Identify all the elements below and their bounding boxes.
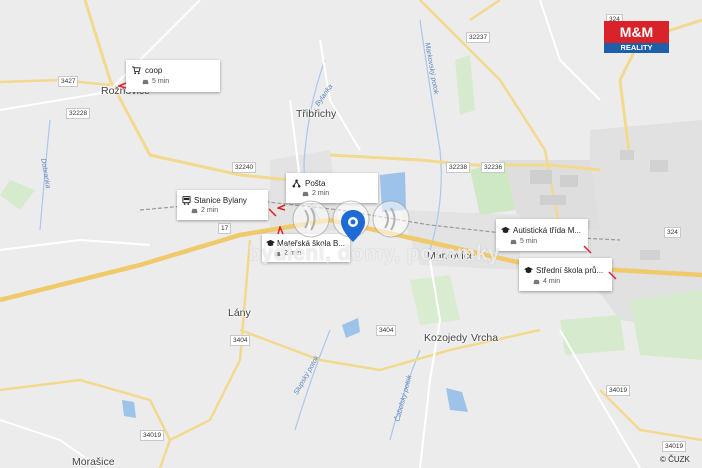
road-number: 3427: [58, 76, 79, 87]
direction-arrow-icon: [268, 208, 277, 217]
brand-logo-top: M&M: [604, 21, 669, 43]
poi-time: 2 min: [201, 207, 219, 214]
poi-card-stanice-bylany[interactable]: Stanice Bylany 2 min: [177, 190, 268, 220]
poi-card-autisticka-trida[interactable]: Autistická třída M... 5 min: [496, 219, 588, 251]
brand-logo-bottom: REALITY: [604, 43, 669, 53]
road-number: 34019: [662, 441, 687, 452]
car-icon: [533, 279, 540, 285]
post-icon: [292, 179, 301, 188]
poi-title: Stanice Bylany: [194, 196, 247, 205]
road-number: 17: [218, 223, 232, 234]
road-number: 324: [664, 227, 681, 238]
road-number: 32237: [466, 32, 491, 43]
place-lany: Lány: [228, 307, 251, 319]
direction-arrow-icon: [608, 271, 617, 280]
school-icon: [501, 226, 510, 234]
poi-title: coop: [145, 66, 163, 75]
car-icon: [191, 208, 198, 214]
road-number: 32238: [446, 162, 471, 173]
road-number: 32228: [66, 108, 91, 119]
poi-title: Střední škola prů...: [536, 266, 604, 275]
road-number: 34019: [140, 430, 165, 441]
location-pin-icon[interactable]: [340, 209, 366, 243]
place-vrcha: Vrcha: [471, 332, 499, 344]
poi-card-coop[interactable]: coop 5 min: [126, 60, 220, 92]
poi-time: 5 min: [520, 238, 538, 245]
road-number: 32236: [481, 162, 506, 173]
poi-title: Autistická třída M...: [513, 226, 582, 235]
direction-arrow-icon: [583, 245, 592, 254]
watermark-text: bydlení, domy, pozemky: [248, 242, 501, 265]
poi-time: 5 min: [152, 78, 170, 85]
place-morasice: Morašice: [72, 456, 115, 468]
direction-arrow-icon: [277, 204, 286, 211]
car-icon: [142, 79, 149, 85]
direction-arrow-icon: [277, 226, 284, 235]
road-number: 3404: [376, 325, 397, 336]
place-kozojedy: Kozojedy: [424, 332, 468, 344]
road-number: 32240: [232, 162, 257, 173]
road-number: 3404: [230, 335, 251, 346]
poi-time: 4 min: [543, 278, 561, 285]
brand-logo: M&M REALITY: [604, 21, 669, 53]
car-icon: [510, 239, 517, 245]
bus-icon: [182, 196, 191, 205]
poi-card-stredni-skola[interactable]: Střední škola prů... 4 min: [519, 258, 612, 291]
poi-title: Pošta: [305, 179, 326, 188]
direction-arrow-icon: [118, 82, 127, 89]
map-copyright: © ČUZK: [660, 455, 690, 464]
school-icon: [524, 266, 533, 274]
cart-icon: [132, 66, 141, 75]
place-tribrichy: Třibřichy: [296, 108, 337, 120]
road-number: 34019: [606, 385, 631, 396]
